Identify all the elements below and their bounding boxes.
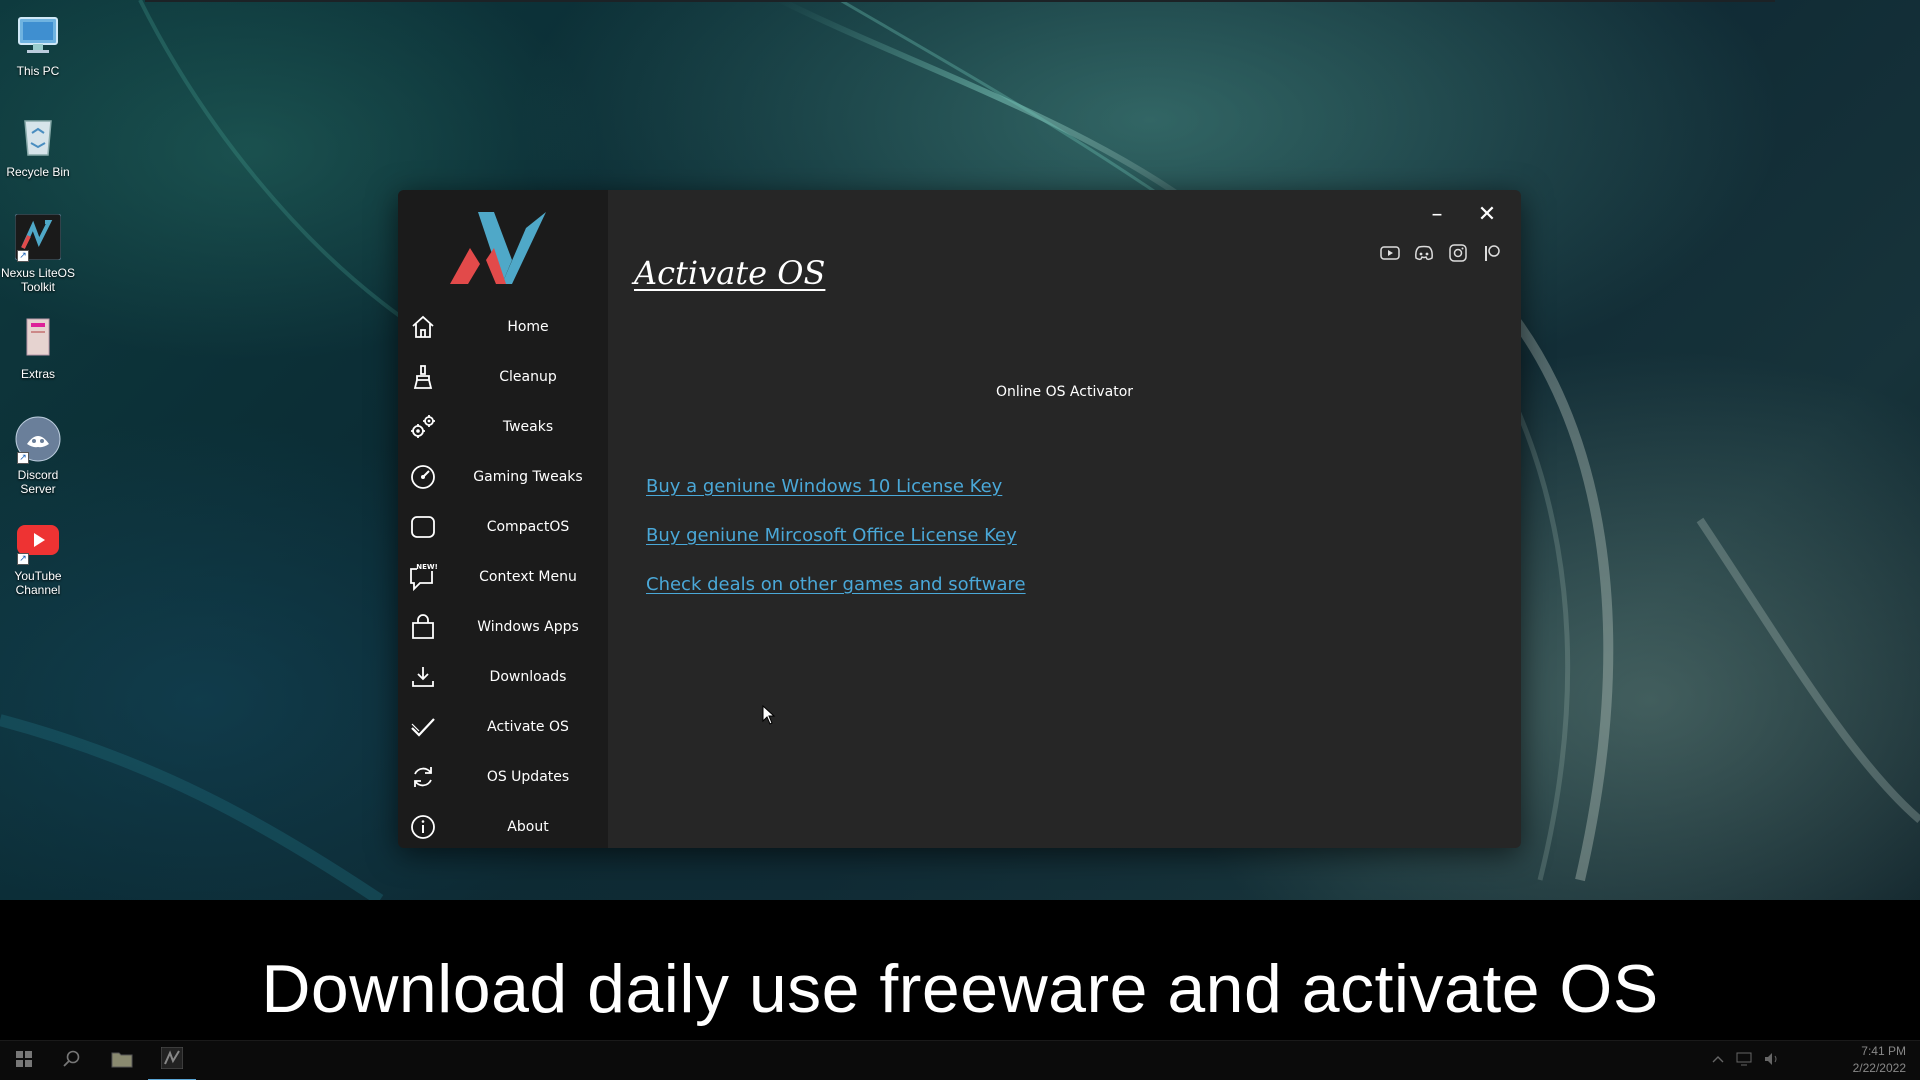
taskbar-clock[interactable]: 7:41 PM 2/22/2022 — [1853, 1043, 1906, 1077]
caption-text: Download daily use freeware and activate… — [261, 951, 1659, 1027]
sidebar-item-os-updates[interactable]: OS Updates — [398, 752, 608, 802]
clock-time: 7:41 PM — [1861, 1044, 1906, 1058]
folder-icon — [15, 315, 61, 361]
desktop-icon-youtube[interactable]: ↗ YouTube Channel — [0, 513, 76, 614]
sidebar-item-downloads[interactable]: Downloads — [398, 652, 608, 702]
sidebar-item-cleanup[interactable]: Cleanup — [398, 352, 608, 402]
sidebar-item-activate-os[interactable]: Activate OS — [398, 702, 608, 752]
square-icon — [408, 512, 438, 542]
desktop-icons: This PC Recycle Bin ↗ Nexus LiteOS Toolk… — [0, 8, 76, 614]
start-button[interactable] — [0, 1041, 48, 1080]
nexus-app-icon: ↗ — [14, 213, 62, 262]
desktop-icon-nexus-toolkit[interactable]: ↗ Nexus LiteOS Toolkit — [0, 210, 76, 311]
chevron-up-icon[interactable] — [1712, 1051, 1724, 1070]
youtube-icon: ↗ — [15, 517, 61, 565]
broom-icon — [408, 362, 438, 392]
desktop-icon-this-pc[interactable]: This PC — [0, 8, 76, 109]
youtube-icon[interactable] — [1379, 242, 1401, 264]
taskbar: 7:41 PM 2/22/2022 — [0, 1040, 1920, 1080]
sidebar-item-compactos[interactable]: CompactOS — [398, 502, 608, 552]
search-icon — [63, 1050, 81, 1072]
sidebar: Home Cleanup Tweaks Gaming Tweaks Compac… — [398, 190, 608, 848]
sidebar-item-context-menu[interactable]: NEW! Context Menu — [398, 552, 608, 602]
checkmark-icon — [408, 712, 438, 742]
system-tray — [1712, 1051, 1780, 1070]
this-pc-icon — [15, 12, 61, 58]
sidebar-item-home[interactable]: Home — [398, 302, 608, 352]
shortcut-arrow-icon: ↗ — [17, 250, 29, 262]
nexus-app-icon — [160, 1046, 184, 1073]
social-links — [1379, 242, 1503, 264]
search-button[interactable] — [48, 1041, 96, 1080]
speedometer-icon — [408, 462, 438, 492]
main-content: – ✕ Activate OS Online OS Activator Buy … — [608, 190, 1521, 848]
shortcut-arrow-icon: ↗ — [17, 452, 29, 464]
nexus-toolkit-window: Home Cleanup Tweaks Gaming Tweaks Compac… — [398, 190, 1521, 848]
folder-icon — [111, 1050, 133, 1072]
section-heading: Online OS Activator — [995, 384, 1134, 400]
sidebar-nav: Home Cleanup Tweaks Gaming Tweaks Compac… — [398, 302, 608, 848]
desktop-icon-extras[interactable]: Extras — [0, 311, 76, 412]
mouse-cursor-icon — [762, 705, 776, 725]
taskbar-file-explorer[interactable] — [98, 1041, 146, 1080]
gears-icon — [408, 412, 438, 442]
windows-logo-icon — [16, 1051, 32, 1071]
sidebar-item-tweaks[interactable]: Tweaks — [398, 402, 608, 452]
info-icon — [408, 812, 438, 842]
desktop-icon-discord[interactable]: ↗ Discord Server — [0, 412, 76, 513]
window-top-edge — [145, 0, 1775, 2]
discord-icon[interactable] — [1413, 242, 1435, 264]
caption-bar: Download daily use freeware and activate… — [0, 900, 1920, 1040]
window-controls: – ✕ — [1423, 200, 1501, 228]
close-button[interactable]: ✕ — [1473, 200, 1501, 228]
buy-office-key-link[interactable]: Buy geniune Mircosoft Office License Key — [646, 525, 1026, 546]
refresh-icon — [408, 762, 438, 792]
shopping-bag-icon — [408, 612, 438, 642]
sidebar-item-gaming-tweaks[interactable]: Gaming Tweaks — [398, 452, 608, 502]
network-icon[interactable] — [1736, 1051, 1752, 1070]
discord-icon: ↗ — [15, 416, 61, 464]
desktop-icon-recycle-bin[interactable]: Recycle Bin — [0, 109, 76, 210]
minimize-button[interactable]: – — [1423, 200, 1451, 228]
download-icon — [408, 662, 438, 692]
taskbar-nexus-toolkit[interactable] — [148, 1041, 196, 1080]
home-icon — [408, 312, 438, 342]
sidebar-item-windows-apps[interactable]: Windows Apps — [398, 602, 608, 652]
volume-icon[interactable] — [1764, 1051, 1780, 1070]
page-title: Activate OS — [634, 254, 826, 292]
instagram-icon[interactable] — [1447, 242, 1469, 264]
recycle-bin-icon — [15, 113, 61, 159]
activation-links: Buy a geniune Windows 10 License Key Buy… — [646, 476, 1026, 623]
shortcut-arrow-icon: ↗ — [17, 553, 29, 565]
check-deals-link[interactable]: Check deals on other games and software — [646, 574, 1026, 595]
app-logo — [450, 212, 546, 284]
clock-date: 2/22/2022 — [1852, 1061, 1906, 1075]
svg-text:NEW!: NEW! — [416, 563, 438, 571]
buy-windows-key-link[interactable]: Buy a geniune Windows 10 License Key — [646, 476, 1026, 497]
context-menu-new-icon: NEW! — [408, 562, 438, 592]
patreon-icon[interactable] — [1481, 242, 1503, 264]
sidebar-item-about[interactable]: About — [398, 802, 608, 848]
